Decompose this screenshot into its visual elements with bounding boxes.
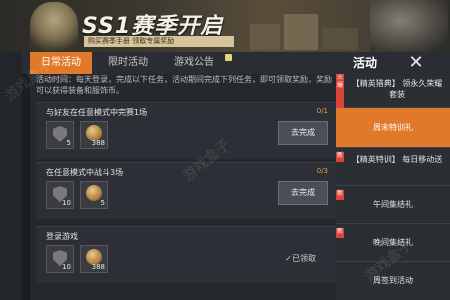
new-tag: 新 xyxy=(336,190,344,200)
task-row: 与好友在任意模式中完赛1场 0/1 5 388 去完成 xyxy=(36,102,336,159)
reward-item[interactable]: 388 xyxy=(80,121,108,149)
sidebar-item-elite-hunt[interactable]: 火爆 【精英猎典】 领永久荣耀套装 xyxy=(336,74,450,108)
tab-label: 日常活动 xyxy=(41,57,81,68)
task-progress: 0/1 xyxy=(316,107,328,115)
banner-subtitle: 购买赛季手册 领取专属奖励 xyxy=(84,36,234,47)
sidebar-item-label: 【精英猎典】 领永久荣耀套装 xyxy=(351,79,443,99)
close-icon[interactable]: ✕ xyxy=(404,52,428,74)
task-progress: 0/3 xyxy=(316,167,328,175)
task-row: 在任意模式中战斗3场 0/3 10 5 去完成 xyxy=(36,162,336,219)
reward-item[interactable]: 5 xyxy=(80,181,108,209)
activity-notice: 活动时间：每天登录，完成以下任务，活动期间完成下列任务，即可领取奖励，奖励可以获… xyxy=(36,75,332,95)
sidebar-item-elite-training[interactable]: 新 【精英特训】 每日移动送 xyxy=(336,148,450,186)
task-name: 登录游戏 xyxy=(46,232,78,241)
sidebar-item-label: 午间集结礼 xyxy=(373,200,413,209)
sidebar-item-label: 【精英特训】 每日移动送 xyxy=(351,155,443,164)
reward-item[interactable]: 10 xyxy=(46,181,74,209)
reward-qty: 388 xyxy=(91,139,105,147)
claimed-status: ✓已领取 xyxy=(285,254,316,263)
task-name: 与好友在任意模式中完赛1场 xyxy=(46,108,148,117)
left-edge-strip xyxy=(0,52,22,300)
season-banner[interactable]: SS1赛季开启 购买赛季手册 领取专属奖励 xyxy=(0,0,450,52)
activity-sidebar: 火爆 【精英猎典】 领永久荣耀套装 周末特训礼 新 【精英特训】 每日移动送 新… xyxy=(336,74,450,300)
new-tag: 新 xyxy=(336,228,344,238)
tab-label: 游戏公告 xyxy=(174,57,214,68)
tab-limited[interactable]: 限时活动 xyxy=(98,52,158,74)
sidebar-item-weekend-training[interactable]: 周末特训礼 xyxy=(336,108,450,148)
reward-item[interactable]: 10 xyxy=(46,245,74,273)
reward-qty: 10 xyxy=(62,263,71,271)
motorcycle-rider-image xyxy=(370,0,448,52)
reward-qty: 388 xyxy=(91,263,105,271)
task-row: 登录游戏 10 388 ✓已领取 xyxy=(36,226,336,283)
sidebar-item-evening-gathering[interactable]: 新 晚间集结礼 xyxy=(336,224,450,262)
reward-qty: 10 xyxy=(62,199,71,207)
go-complete-button[interactable]: 去完成 xyxy=(278,181,328,205)
sidebar-item-label: 周末特训礼 xyxy=(373,123,413,132)
soldier-emblem-icon xyxy=(30,2,78,52)
supply-crates-image xyxy=(250,10,360,50)
sidebar-item-weekly-checkin[interactable]: 周签到活动 xyxy=(336,262,450,300)
panel-title: 活动 xyxy=(352,56,377,70)
go-complete-button[interactable]: 去完成 xyxy=(278,121,328,145)
task-name: 在任意模式中战斗3场 xyxy=(46,168,124,177)
reward-qty: 5 xyxy=(66,139,71,147)
sidebar-item-label: 周签到活动 xyxy=(373,276,413,285)
tab-label: 限时活动 xyxy=(108,57,148,68)
tab-announcement[interactable]: 游戏公告 xyxy=(162,52,232,74)
new-badge-icon xyxy=(225,54,232,61)
reward-item[interactable]: 388 xyxy=(80,245,108,273)
new-tag: 新 xyxy=(336,152,344,162)
sidebar-item-noon-gathering[interactable]: 新 午间集结礼 xyxy=(336,186,450,224)
reward-item[interactable]: 5 xyxy=(46,121,74,149)
shield-icon xyxy=(53,126,67,142)
reward-qty: 5 xyxy=(100,199,105,207)
sidebar-item-label: 晚间集结礼 xyxy=(373,238,413,247)
hot-tag: 火爆 xyxy=(336,74,344,108)
tab-daily[interactable]: 日常活动 xyxy=(30,52,92,74)
